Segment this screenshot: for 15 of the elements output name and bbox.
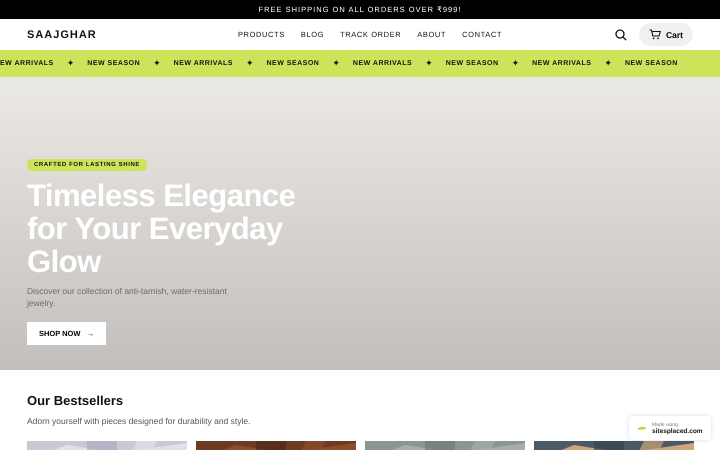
sparkle-icon: ✦ xyxy=(332,58,340,69)
section-subtitle: Adorn yourself with pieces designed for durability and style. xyxy=(27,416,250,426)
sparkle-icon: ✦ xyxy=(604,58,612,69)
cart-button[interactable]: Cart xyxy=(638,23,693,46)
sparkle-icon: ✦ xyxy=(425,58,433,69)
sparkle-icon: ✦ xyxy=(66,58,74,69)
section-title: Our Bestsellers xyxy=(27,393,124,408)
hero-subtitle: Discover our collection of anti-tarnish, water-resistant jewelry. xyxy=(27,285,228,309)
cart-icon xyxy=(648,29,661,40)
leaf-icon xyxy=(637,425,647,431)
sparkle-icon: ✦ xyxy=(153,58,161,69)
sparkle-icon: ✦ xyxy=(246,58,254,69)
search-icon[interactable] xyxy=(614,28,627,40)
sparkle-icon: ✦ xyxy=(512,58,520,69)
logo[interactable]: SAAJGHAR xyxy=(27,28,207,40)
